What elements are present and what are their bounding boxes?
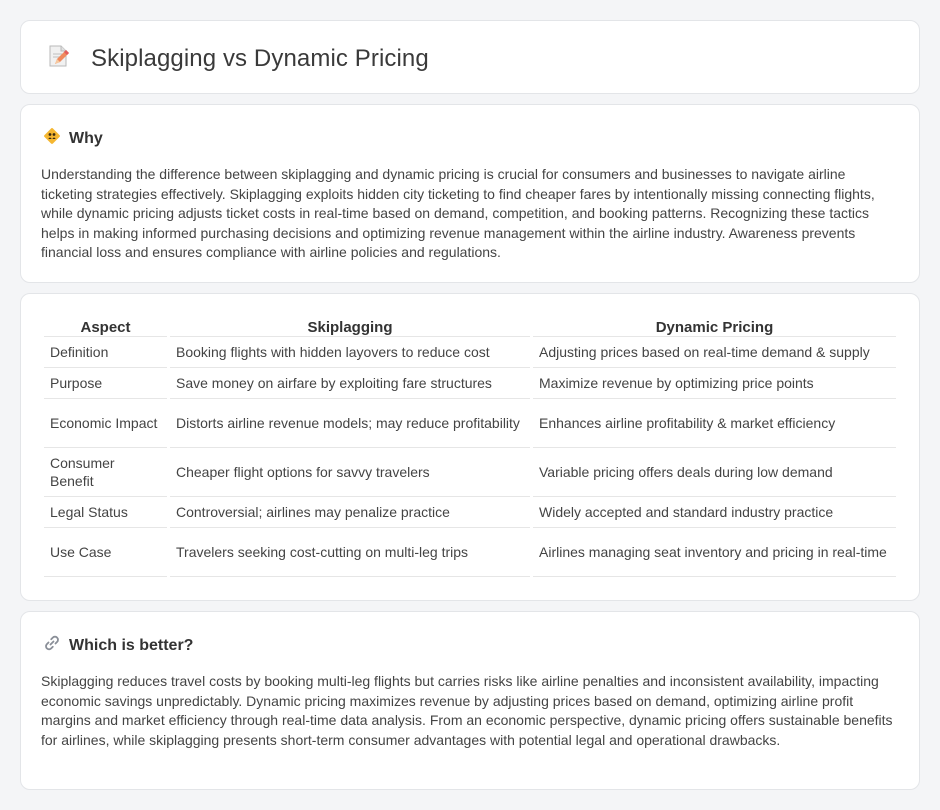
memo-pencil-icon [45, 43, 71, 74]
cell-dynamic-pricing: Maximize revenue by optimizing price poi… [533, 368, 896, 399]
cell-aspect: Purpose [44, 368, 167, 399]
why-text: Understanding the difference between ski… [41, 166, 875, 261]
cell-dynamic-pricing: Adjusting prices based on real-time dema… [533, 337, 896, 368]
table-row: Purpose Save money on airfare by exploit… [44, 368, 896, 399]
why-title: Why [69, 129, 103, 147]
title-row: Skiplagging vs Dynamic Pricing [45, 43, 429, 74]
cell-skiplagging: Controversial; airlines may penalize pra… [170, 497, 530, 528]
cell-dynamic-pricing: Airlines managing seat inventory and pri… [533, 528, 896, 577]
cell-skiplagging: Travelers seeking cost-cutting on multi-… [170, 528, 530, 577]
cell-aspect: Definition [44, 337, 167, 368]
better-title: Which is better? [69, 636, 194, 654]
header-aspect: Aspect [44, 316, 167, 337]
table-row: Definition Booking flights with hidden l… [44, 337, 896, 368]
cell-aspect: Legal Status [44, 497, 167, 528]
title-card: Skiplagging vs Dynamic Pricing [20, 20, 920, 94]
table-row: Consumer Benefit Cheaper flight options … [44, 448, 896, 497]
why-card: Why Understanding the difference between… [20, 104, 920, 283]
why-header: Why [43, 127, 103, 150]
table-header-row: Aspect Skiplagging Dynamic Pricing [44, 316, 896, 337]
better-header: Which is better? [43, 634, 193, 657]
table-row: Economic Impact Distorts airline revenue… [44, 399, 896, 448]
cell-skiplagging: Cheaper flight options for savvy travele… [170, 448, 530, 497]
cell-skiplagging: Save money on airfare by exploiting fare… [170, 368, 530, 399]
cell-skiplagging: Distorts airline revenue models; may red… [170, 399, 530, 448]
better-card: Which is better? Skiplagging reduces tra… [20, 611, 920, 790]
cell-dynamic-pricing: Variable pricing offers deals during low… [533, 448, 896, 497]
table-row: Use Case Travelers seeking cost-cutting … [44, 528, 896, 577]
cell-aspect: Use Case [44, 528, 167, 577]
comparison-card: Aspect Skiplagging Dynamic Pricing Defin… [20, 293, 920, 601]
cell-aspect: Consumer Benefit [44, 448, 167, 497]
cell-skiplagging: Booking flights with hidden layovers to … [170, 337, 530, 368]
better-text: Skiplagging reduces travel costs by book… [41, 673, 893, 748]
cell-dynamic-pricing: Enhances airline profitability & market … [533, 399, 896, 448]
table-row: Legal Status Controversial; airlines may… [44, 497, 896, 528]
page-title: Skiplagging vs Dynamic Pricing [91, 44, 429, 72]
diamond-people-icon [43, 127, 61, 150]
header-skiplagging: Skiplagging [170, 316, 530, 337]
comparison-table: Aspect Skiplagging Dynamic Pricing Defin… [41, 316, 899, 577]
link-icon [43, 634, 61, 657]
header-dynamic-pricing: Dynamic Pricing [533, 316, 896, 337]
cell-dynamic-pricing: Widely accepted and standard industry pr… [533, 497, 896, 528]
cell-aspect: Economic Impact [44, 399, 167, 448]
